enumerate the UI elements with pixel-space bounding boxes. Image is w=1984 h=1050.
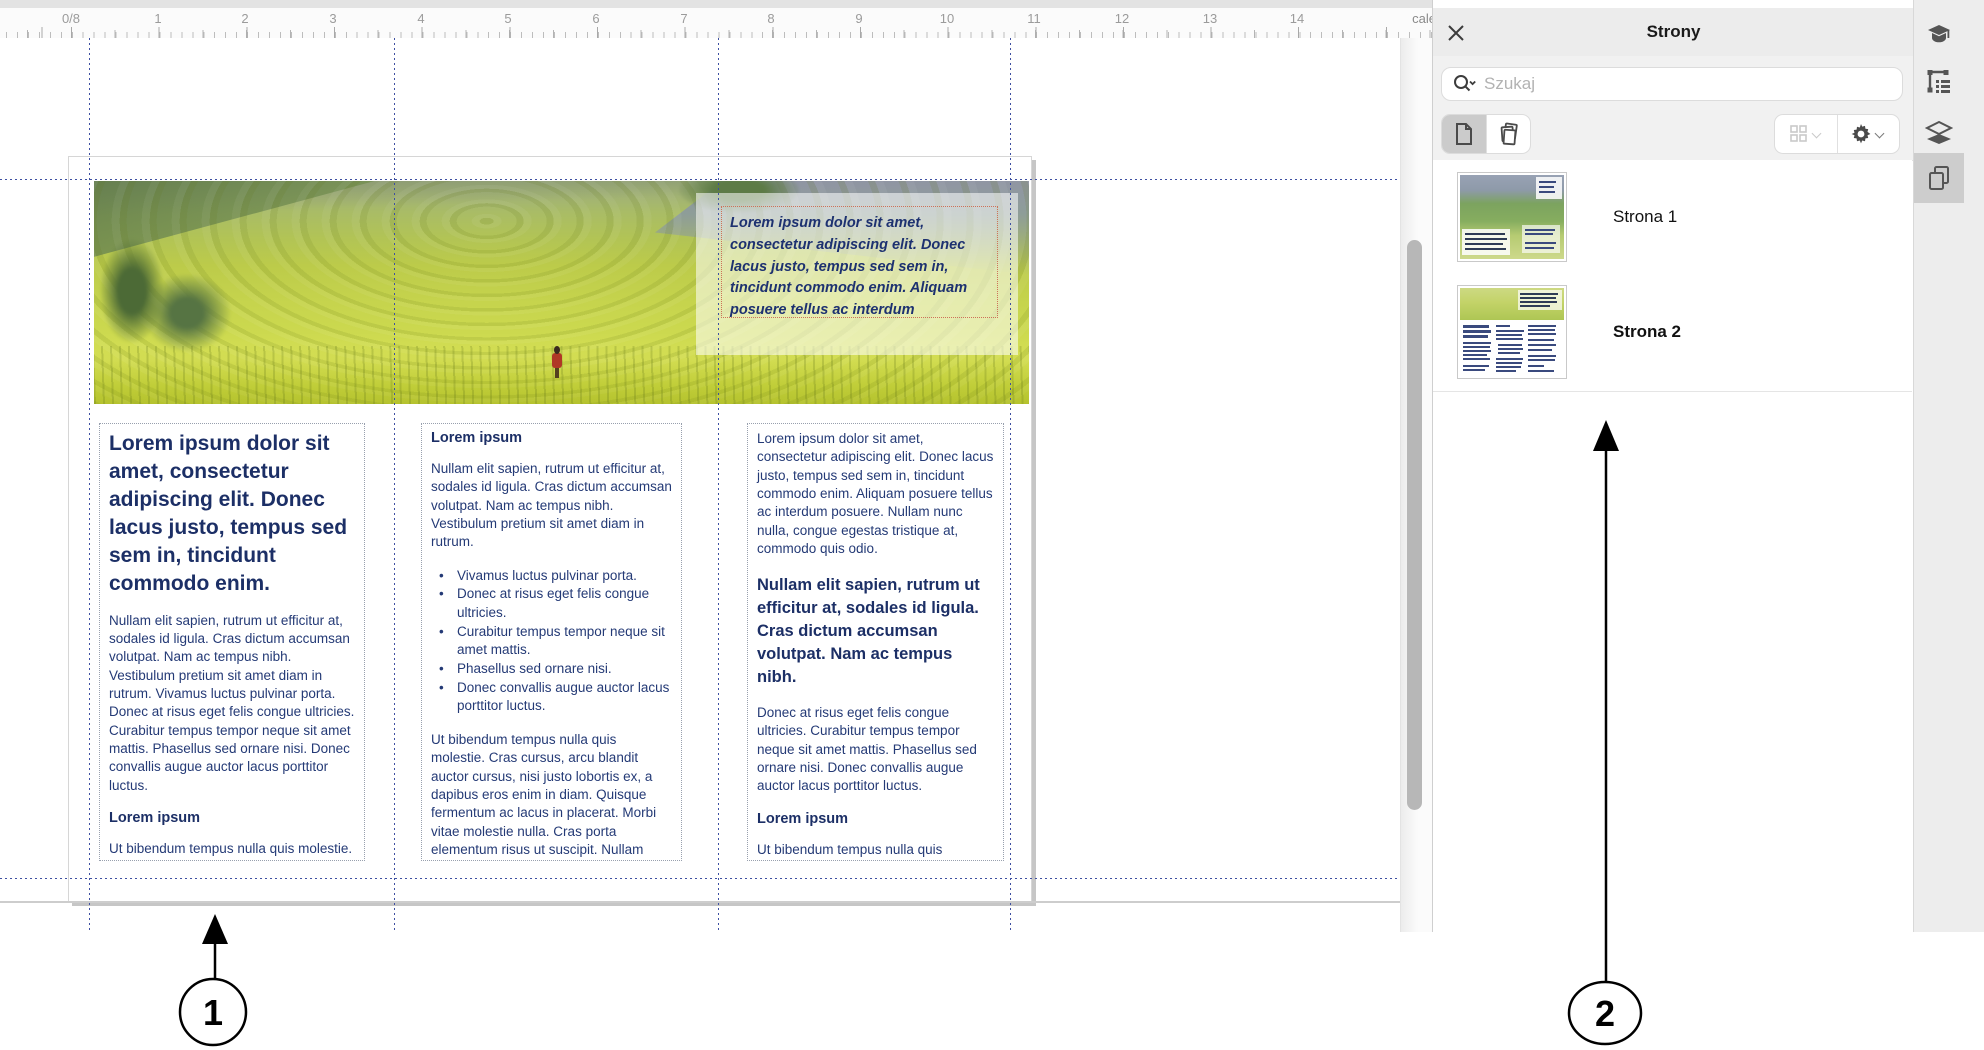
column3-subheading: Lorem ipsum [757, 810, 849, 827]
ruler-label: 2 [241, 11, 249, 26]
selected-text-frame[interactable]: Lorem ipsum dolor sit amet, consectetur … [721, 206, 998, 318]
ruler-label: 7 [680, 11, 688, 26]
overlay-text: Lorem ipsum dolor sit amet, consectetur … [730, 215, 968, 318]
column1-paragraph: Ut bibendum tempus nulla quis molestie. … [109, 841, 353, 860]
pages-panel: Strony Szukaj Strona 1 Strona 2 [1432, 0, 1914, 932]
column-guide[interactable] [394, 38, 395, 933]
pages-tab-icon[interactable] [1914, 153, 1964, 203]
column-guide[interactable] [89, 38, 90, 933]
facing-pages-view-button[interactable] [1487, 115, 1531, 153]
ruler-label: 10 [939, 11, 955, 26]
page-list-item-strona-2[interactable]: Strona 2 [1433, 273, 1912, 392]
learn-icon[interactable] [1914, 9, 1964, 59]
canvas-bottom-edge [0, 901, 1432, 903]
bullet-item: Curabitur tempus tempor neque sit amet m… [437, 623, 672, 660]
chevron-down-icon [1812, 129, 1822, 139]
ruler-label: 8 [767, 11, 775, 26]
column3-paragraph: Ut bibendum tempus nulla quis molestie. … [757, 841, 943, 857]
image-text-overlay[interactable]: Lorem ipsum dolor sit amet, consectetur … [696, 193, 1018, 355]
ruler-unit-label: cale [1412, 11, 1436, 26]
text-frame-column-3[interactable]: Lorem ipsum dolor sit amet, consectetur … [747, 423, 1004, 861]
docker-tab-strip [1913, 0, 1984, 932]
person-in-field [552, 346, 563, 379]
gear-icon [1851, 124, 1871, 144]
app-window: 0/8 1 2 3 4 5 6 7 8 9 10 11 12 13 14 cal… [0, 0, 1984, 1050]
ruler-label: 1 [154, 11, 162, 26]
ruler-label: 0/8 [61, 11, 81, 26]
column-guide[interactable] [718, 38, 719, 933]
bullet-item: Phasellus sed ornare nisi. [437, 660, 672, 679]
margin-guide-top[interactable] [0, 179, 1400, 180]
page1-thumbnail[interactable] [1457, 172, 1567, 262]
search-input[interactable] [1482, 73, 1892, 95]
column1-paragraph: Nullam elit sapien, rutrum ut efficitur … [109, 612, 355, 793]
bullet-item: Donec at risus eget felis congue ultrici… [437, 585, 672, 622]
ruler-label: 14 [1289, 11, 1305, 26]
column1-heading: Lorem ipsum dolor sit amet, consectetur … [109, 432, 348, 595]
page-mode-toggle [1441, 114, 1531, 154]
column2-paragraph: Ut bibendum tempus nulla quis molestie. … [431, 731, 657, 857]
grid-view-button[interactable] [1775, 115, 1837, 153]
callout-2-number: 2 [1595, 993, 1615, 1034]
panel-title: Strony [1646, 22, 1701, 41]
bullet-item: Vivamus luctus pulvinar porta. [437, 567, 672, 586]
ruler-label: 5 [504, 11, 512, 26]
column2-subheading: Lorem ipsum [431, 430, 523, 446]
hero-image[interactable]: Lorem ipsum dolor sit amet, consectetur … [94, 181, 1029, 404]
page-list-item-strona-1[interactable]: Strona 1 [1433, 160, 1912, 274]
ruler-label: 3 [329, 11, 337, 26]
text-frame-column-2[interactable]: Lorem ipsum Nullam elit sapien, rutrum u… [421, 423, 682, 861]
properties-icon[interactable] [1914, 57, 1964, 107]
ruler-label: 11 [1027, 11, 1041, 26]
canvas-scrollbar-thumb[interactable] [1407, 240, 1422, 810]
column1-subheading: Lorem ipsum [109, 810, 201, 827]
chevron-down-icon [1875, 129, 1885, 139]
column3-heading: Nullam elit sapien, rutrum ut efficitur … [757, 575, 980, 686]
text-frame-column-1[interactable]: Lorem ipsum dolor sit amet, consectetur … [99, 423, 365, 861]
document-canvas[interactable]: Lorem ipsum dolor sit amet, consectetur … [0, 38, 1432, 933]
panel-header: Strony [1433, 8, 1914, 57]
column3-paragraph: Lorem ipsum dolor sit amet, consectetur … [757, 431, 994, 557]
ruler-label: 9 [855, 11, 863, 26]
canvas-scrollbar-track[interactable] [1400, 38, 1432, 932]
page2-label: Strona 2 [1613, 322, 1682, 341]
column3-paragraph: Donec at risus eget felis congue ultrici… [757, 704, 977, 794]
objects-icon[interactable] [1914, 108, 1964, 158]
single-page-view-button[interactable] [1442, 115, 1486, 153]
settings-button[interactable] [1838, 115, 1900, 153]
page2-thumbnail[interactable] [1457, 285, 1567, 379]
view-options-group [1774, 114, 1900, 154]
ruler-ticks [0, 27, 1432, 38]
margin-guide-bottom[interactable] [0, 878, 1400, 879]
page1-label: Strona 1 [1613, 206, 1678, 226]
ruler-label: 4 [417, 11, 425, 26]
horizontal-ruler: 0/8 1 2 3 4 5 6 7 8 9 10 11 12 13 14 cal… [0, 8, 1436, 39]
panel-toolbar [1433, 56, 1914, 161]
column-guide[interactable] [1010, 38, 1011, 933]
search-field[interactable] [1441, 67, 1903, 101]
bullet-item: Donec convallis augue auctor lacus portt… [437, 679, 672, 716]
hero-bush [142, 273, 232, 353]
column2-bullet-list: Vivamus luctus pulvinar porta. Donec at … [431, 567, 672, 716]
column2-paragraph: Nullam elit sapien, rutrum ut efficitur … [431, 461, 672, 550]
search-icon [1452, 74, 1476, 94]
callout-1: 1 [178, 914, 248, 1047]
ruler-label: 12 [1114, 11, 1130, 26]
ruler-label: 6 [592, 11, 600, 26]
callout-1-number: 1 [203, 992, 223, 1033]
ruler-label: 13 [1202, 11, 1218, 26]
document-page[interactable]: Lorem ipsum dolor sit amet, consectetur … [68, 156, 1032, 902]
